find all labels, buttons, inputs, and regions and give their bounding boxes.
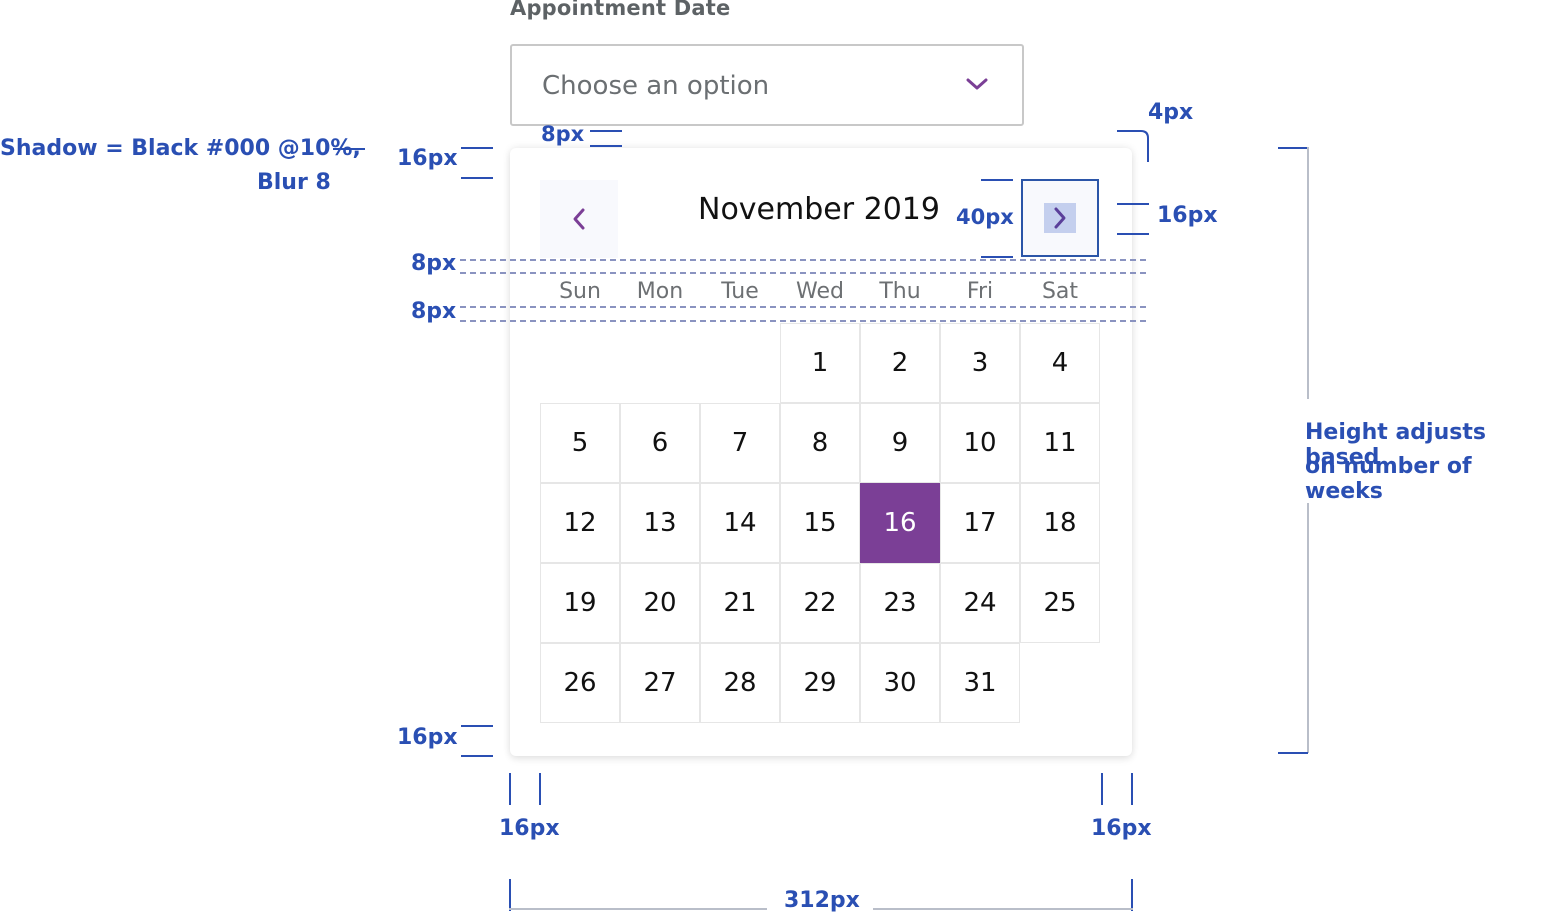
left-padding-tick [539, 773, 541, 805]
day-cell[interactable]: 8 [780, 403, 860, 483]
day-cell[interactable]: 5 [540, 403, 620, 483]
icon-size-label: 16px [1157, 203, 1218, 228]
height-bracket-bottom [1278, 752, 1308, 754]
day-cell[interactable]: 14 [700, 483, 780, 563]
weekday-gap-label: 8px [411, 299, 457, 324]
bottom-padding-tick-bottom [461, 755, 493, 757]
day-cell[interactable]: 7 [700, 403, 780, 483]
day-cell[interactable]: 13 [620, 483, 700, 563]
chevron-down-icon [966, 78, 988, 90]
day-cell[interactable]: 19 [540, 563, 620, 643]
header-gap-label: 8px [411, 251, 457, 276]
right-padding-tick [1101, 773, 1103, 805]
day-cell[interactable]: 29 [780, 643, 860, 723]
width-line-left [509, 908, 767, 910]
icon-size-tick-bottom [1117, 233, 1149, 235]
button-size-tick-bottom [981, 256, 1013, 258]
corner-radius-marker [1117, 130, 1149, 162]
day-cell[interactable]: 3 [940, 323, 1020, 403]
day-cell[interactable]: 23 [860, 563, 940, 643]
chevron-left-icon [573, 208, 585, 230]
gap-label: 8px [541, 122, 585, 146]
left-padding-label: 16px [499, 816, 560, 841]
appointment-date-select[interactable]: Choose an option [510, 44, 1024, 126]
height-bracket-line [1307, 147, 1309, 399]
day-cell[interactable]: 17 [940, 483, 1020, 563]
prev-month-button[interactable] [540, 180, 618, 258]
day-cell[interactable]: 18 [1020, 483, 1100, 563]
day-cell[interactable]: 11 [1020, 403, 1100, 483]
gap-tick-top [590, 130, 622, 132]
top-padding-tick-bottom [461, 177, 493, 179]
day-cell[interactable]: 26 [540, 643, 620, 723]
height-note-line2: on number of weeks [1305, 454, 1472, 504]
guide-line [460, 320, 1146, 322]
top-padding-tick-top [461, 147, 493, 149]
day-cell[interactable]: 28 [700, 643, 780, 723]
month-title: November 2019 [698, 192, 940, 227]
guide-line [460, 272, 1146, 274]
day-cell[interactable]: 9 [860, 403, 940, 483]
calendar-popup: November 2019 Sun Mon Tue Wed Thu Fri Sat 1234… [510, 148, 1132, 756]
right-padding-label: 16px [1091, 816, 1152, 841]
shadow-note: Shadow = Black #000 @10%, [0, 136, 361, 161]
day-cell[interactable]: 2 [860, 323, 940, 403]
left-padding-tick [509, 773, 511, 805]
width-bracket-left [509, 879, 511, 911]
weekday-tue: Tue [721, 279, 759, 304]
shadow-note-leader [333, 148, 365, 150]
weekday-thu: Thu [879, 279, 921, 304]
weekday-sun: Sun [559, 279, 601, 304]
weekday-fri: Fri [966, 279, 994, 304]
icon-size-tick-top [1117, 203, 1149, 205]
select-placeholder: Choose an option [542, 71, 770, 101]
day-cell[interactable]: 12 [540, 483, 620, 563]
day-cell-selected[interactable]: 16 [860, 483, 940, 563]
day-cell[interactable]: 15 [780, 483, 860, 563]
day-cell[interactable]: 21 [700, 563, 780, 643]
button-size-label: 40px [956, 205, 1014, 229]
bottom-padding-label: 16px [397, 725, 458, 750]
gap-tick-bottom [590, 145, 622, 147]
day-cell[interactable]: 24 [940, 563, 1020, 643]
bottom-padding-tick-top [461, 725, 493, 727]
day-cell[interactable]: 10 [940, 403, 1020, 483]
day-cell[interactable]: 22 [780, 563, 860, 643]
width-bracket-right [1131, 879, 1133, 911]
button-size-tick-top [981, 179, 1013, 181]
corner-radius-label: 4px [1148, 100, 1194, 125]
guide-line [460, 259, 1146, 261]
height-bracket-top [1278, 147, 1308, 149]
day-cell[interactable]: 4 [1020, 323, 1100, 403]
day-cell[interactable]: 25 [1020, 563, 1100, 643]
right-padding-tick [1131, 773, 1133, 805]
weekday-mon: Mon [636, 279, 684, 304]
day-cell[interactable]: 31 [940, 643, 1020, 723]
field-label: Appointment Date [510, 0, 731, 20]
weekday-wed: Wed [796, 279, 844, 304]
width-line-right [873, 908, 1133, 910]
day-cell[interactable]: 6 [620, 403, 700, 483]
chevron-right-icon [1054, 207, 1066, 229]
icon-bounds-highlight [1044, 203, 1076, 233]
shadow-note-line2: Blur 8 [257, 170, 331, 195]
day-cell[interactable]: 27 [620, 643, 700, 723]
total-width-label: 312px [784, 888, 860, 913]
guide-line [460, 306, 1146, 308]
weekday-sat: Sat [1041, 279, 1079, 304]
day-cell[interactable]: 1 [780, 323, 860, 403]
day-cell[interactable]: 30 [860, 643, 940, 723]
height-bracket-line [1307, 503, 1309, 753]
next-month-button[interactable] [1021, 179, 1099, 257]
top-padding-label: 16px [397, 146, 458, 171]
day-cell[interactable]: 20 [620, 563, 700, 643]
